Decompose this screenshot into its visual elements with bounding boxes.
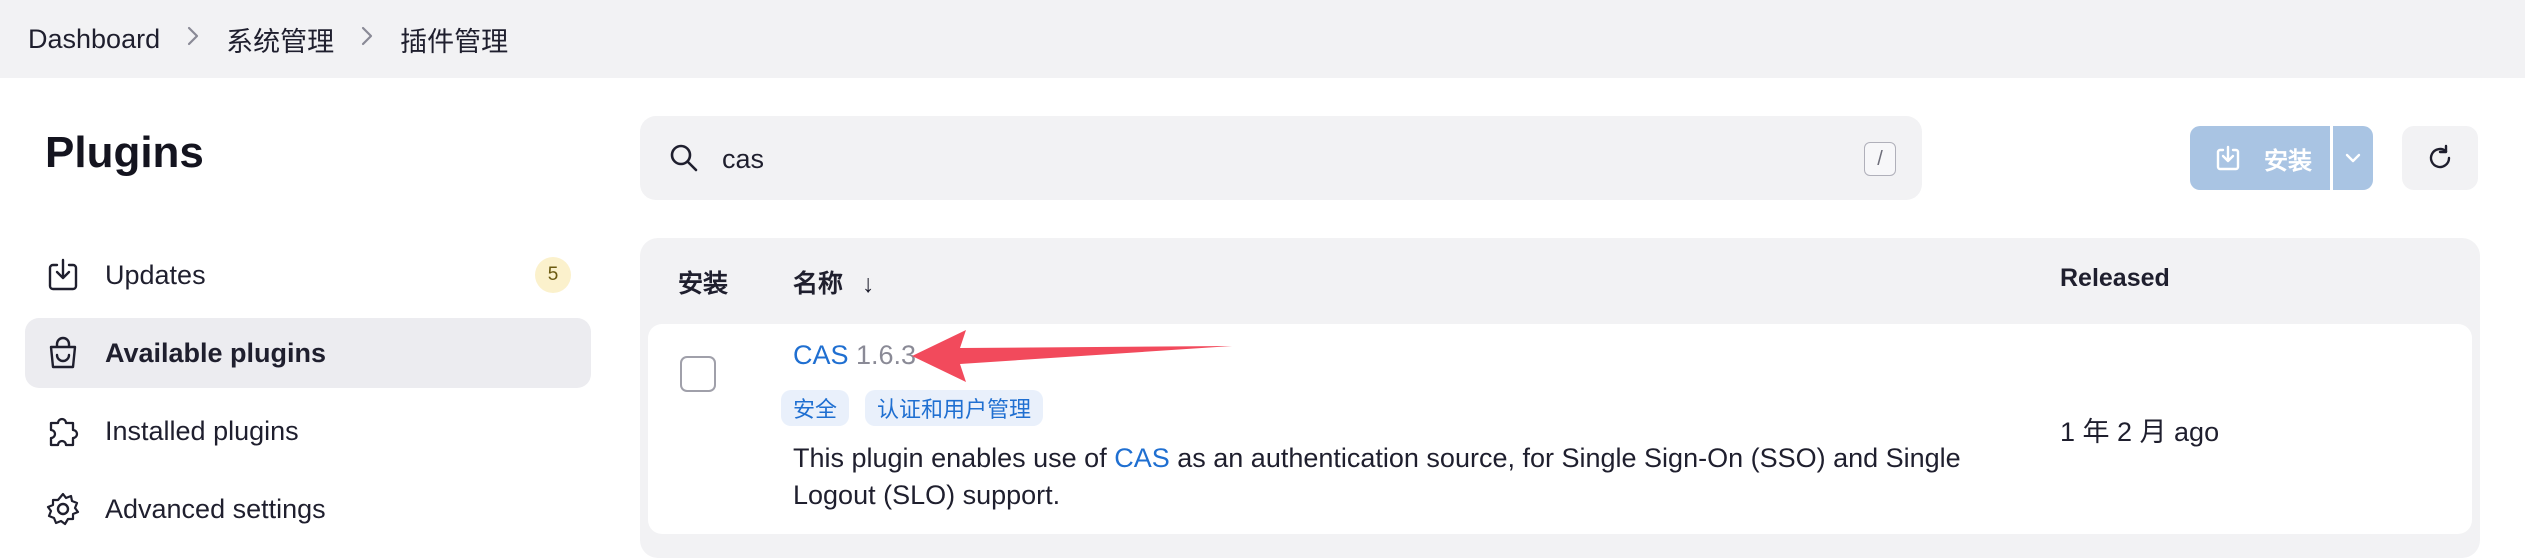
install-button-label: 安装 bbox=[2264, 147, 2312, 175]
chevron-right-icon bbox=[186, 25, 200, 54]
breadcrumb-plugin-management[interactable]: 插件管理 bbox=[374, 20, 508, 59]
released-date: 1 年 2 月 ago bbox=[2060, 417, 2220, 447]
puzzle-icon bbox=[45, 413, 81, 449]
shopping-bag-icon bbox=[45, 335, 81, 371]
sidebar-item-label: Advanced settings bbox=[105, 493, 326, 524]
download-icon bbox=[45, 257, 81, 293]
category-tag[interactable]: 认证和用户管理 bbox=[865, 390, 1044, 426]
column-header-name-label: 名称 bbox=[793, 270, 844, 298]
sort-descending-icon: ↓ bbox=[861, 270, 875, 298]
chevron-right-icon bbox=[360, 25, 374, 54]
plugin-search: / bbox=[640, 116, 1922, 200]
gear-icon bbox=[45, 491, 81, 527]
column-header-install: 安装 bbox=[678, 270, 729, 298]
install-button[interactable]: 安装 bbox=[2190, 126, 2330, 190]
search-icon bbox=[666, 140, 702, 176]
search-input[interactable] bbox=[720, 134, 1764, 184]
description-link[interactable]: CAS bbox=[1114, 443, 1170, 473]
download-icon bbox=[2216, 145, 2240, 171]
breadcrumb: Dashboard 系统管理 插件管理 bbox=[0, 0, 2525, 78]
category-tag[interactable]: 安全 bbox=[781, 390, 850, 426]
plugin-description: This plugin enables use of CAS as an aut… bbox=[793, 440, 2033, 514]
breadcrumb-system-management[interactable]: 系统管理 bbox=[200, 20, 334, 59]
install-checkbox[interactable] bbox=[680, 356, 716, 392]
sidebar-item-available-plugins[interactable]: Available plugins bbox=[25, 318, 591, 388]
updates-count-badge: 5 bbox=[535, 257, 571, 293]
sidebar-item-installed-plugins[interactable]: Installed plugins bbox=[25, 396, 591, 466]
keyboard-shortcut-hint: / bbox=[1864, 142, 1896, 176]
plugin-version: 1.6.3 bbox=[856, 340, 917, 370]
column-header-name[interactable]: 名称 ↓ bbox=[793, 264, 874, 300]
sidebar-item-updates[interactable]: Updates 5 bbox=[25, 240, 591, 310]
description-text: This plugin enables use of bbox=[793, 443, 1115, 473]
sidebar-item-label: Available plugins bbox=[105, 337, 327, 368]
chevron-down-icon bbox=[2345, 153, 2361, 163]
install-options-dropdown[interactable] bbox=[2333, 126, 2373, 190]
column-header-released[interactable]: Released bbox=[2060, 264, 2170, 293]
breadcrumb-dashboard[interactable]: Dashboard bbox=[0, 24, 160, 55]
refresh-button[interactable] bbox=[2402, 126, 2478, 190]
annotation-arrow bbox=[912, 330, 1232, 382]
sidebar-item-label: Updates bbox=[105, 259, 206, 290]
plugin-name-link[interactable]: CAS bbox=[793, 340, 849, 371]
page-title: Plugins bbox=[45, 128, 204, 177]
sidebar-item-label: Installed plugins bbox=[105, 415, 299, 446]
refresh-icon bbox=[2429, 144, 2451, 169]
